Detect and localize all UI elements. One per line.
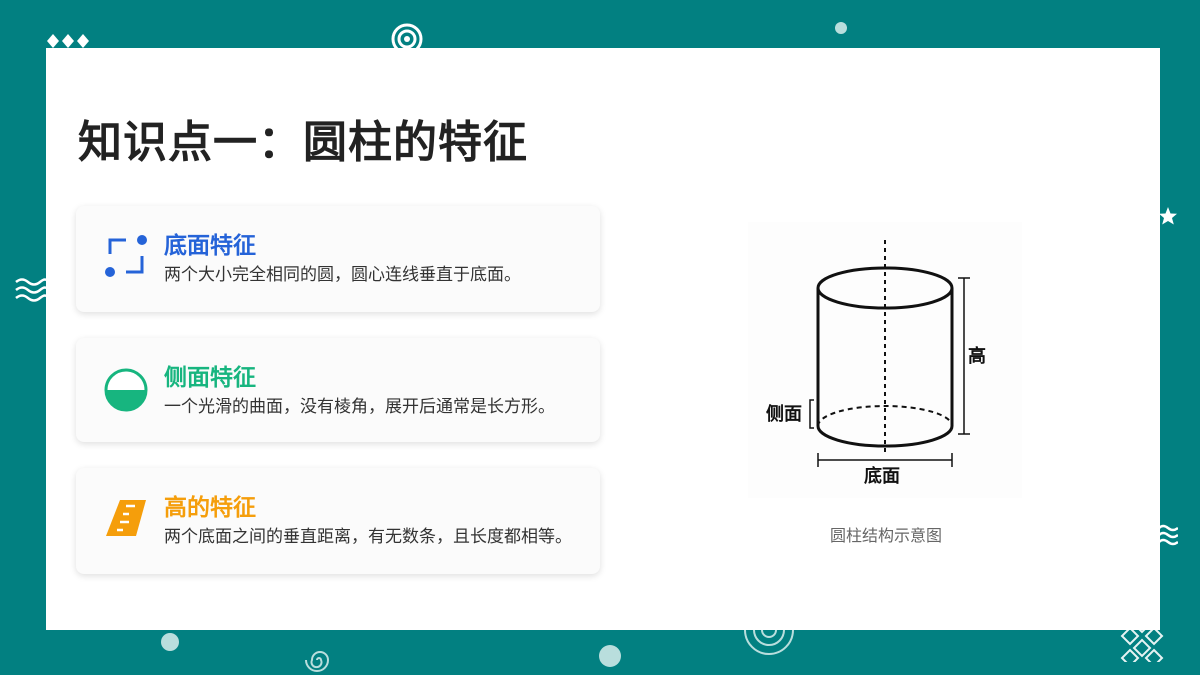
label-height: 高 bbox=[968, 345, 986, 367]
wave-decoration bbox=[15, 278, 48, 302]
dot-decoration bbox=[835, 22, 847, 34]
concentric-circles-decoration bbox=[391, 23, 423, 50]
half-filled-circle-icon bbox=[104, 368, 148, 412]
feature-description: 一个光滑的曲面，没有棱角，展开后通常是长方形。 bbox=[164, 397, 555, 417]
feature-card-height: 高的特征 两个底面之间的垂直距离，有无数条，且长度都相等。 bbox=[76, 468, 600, 574]
dot-decoration-bottom-left bbox=[161, 633, 179, 651]
spiral-decoration bbox=[305, 651, 330, 672]
arc-decoration bbox=[744, 630, 794, 655]
slide-panel: 知识点一：圆柱的特征 底面特征 两个大小完全相同的圆，圆心连线垂直于底面。 侧面… bbox=[46, 48, 1160, 630]
diagram-caption: 圆柱结构示意图 bbox=[829, 526, 942, 545]
ruler-icon bbox=[106, 500, 146, 536]
feature-description: 两个底面之间的垂直距离，有无数条，且长度都相等。 bbox=[164, 527, 572, 547]
feature-title: 侧面特征 bbox=[164, 364, 256, 391]
dot-decoration-bottom bbox=[599, 645, 621, 667]
cylinder-diagram: 高 侧面 底面 bbox=[748, 222, 1022, 498]
square-corners-icon bbox=[105, 235, 147, 277]
feature-card-side: 侧面特征 一个光滑的曲面，没有棱角，展开后通常是长方形。 bbox=[76, 338, 600, 442]
feature-description: 两个大小完全相同的圆，圆心连线垂直于底面。 bbox=[164, 265, 521, 285]
cylinder-figure: 高 侧面 底面 bbox=[766, 240, 986, 487]
slide-title: 知识点一：圆柱的特征 bbox=[78, 117, 528, 168]
label-side: 侧面 bbox=[766, 404, 802, 425]
feature-title: 底面特征 bbox=[164, 232, 256, 259]
star-decoration bbox=[1159, 207, 1177, 225]
feature-title: 高的特征 bbox=[164, 494, 256, 521]
diamonds-decoration bbox=[47, 34, 89, 48]
feature-card-base: 底面特征 两个大小完全相同的圆，圆心连线垂直于底面。 bbox=[76, 206, 600, 312]
wave-decoration-right bbox=[1158, 524, 1178, 546]
label-base: 底面 bbox=[864, 465, 900, 487]
